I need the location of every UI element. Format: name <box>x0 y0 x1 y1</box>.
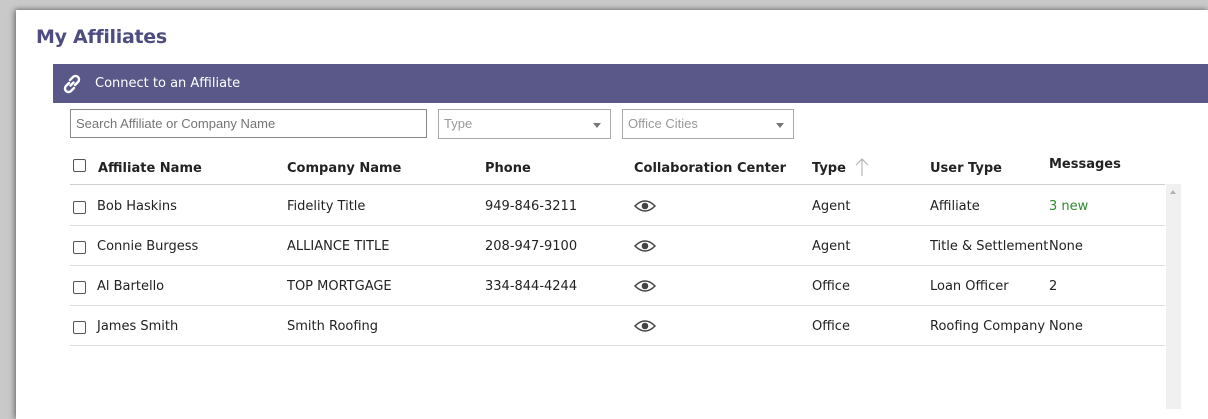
page-title: My Affiliates <box>36 26 167 48</box>
connect-affiliate-banner[interactable]: Connect to an Affiliate <box>53 64 1208 103</box>
type-select[interactable]: Type <box>438 109 611 139</box>
eye-icon[interactable] <box>634 319 656 333</box>
column-header-affiliate-name[interactable]: Affiliate Name <box>98 161 202 176</box>
row-divider <box>70 265 1165 266</box>
messages-count: None <box>1049 319 1083 334</box>
table-scrollbar[interactable] <box>1166 184 1181 409</box>
company-name: ALLIANCE TITLE <box>287 239 390 254</box>
user-type: Title & Settlement <box>930 239 1049 254</box>
affiliate-name: Al Bartello <box>97 279 165 294</box>
row-divider <box>70 345 1165 346</box>
affiliate-name: Bob Haskins <box>97 199 177 214</box>
company-name: TOP MORTGAGE <box>287 279 392 294</box>
office-cities-select[interactable]: Office Cities <box>622 109 794 139</box>
eye-icon[interactable] <box>634 199 656 213</box>
company-name: Smith Roofing <box>287 319 379 334</box>
messages-count[interactable]: 2 <box>1049 279 1057 294</box>
connect-affiliate-label[interactable]: Connect to an Affiliate <box>95 76 240 91</box>
row-checkbox[interactable] <box>73 321 86 334</box>
type: Office <box>812 319 850 334</box>
scroll-up-icon[interactable] <box>1170 190 1176 194</box>
header-divider <box>70 184 1165 185</box>
messages-count: None <box>1049 239 1083 254</box>
column-header-user-type[interactable]: User Type <box>930 161 1002 176</box>
row-divider <box>70 305 1165 306</box>
user-type: Affiliate <box>930 199 980 214</box>
user-type: Roofing Company <box>930 319 1046 334</box>
company-name: Fidelity Title <box>287 199 366 214</box>
office-cities-placeholder: Office Cities <box>628 116 698 131</box>
select-all-checkbox[interactable] <box>73 159 86 172</box>
chevron-down-icon <box>593 123 601 128</box>
messages-count[interactable]: 3 new <box>1049 199 1088 214</box>
row-checkbox[interactable] <box>73 241 86 254</box>
search-input[interactable] <box>70 109 427 138</box>
eye-icon[interactable] <box>634 239 656 253</box>
row-divider <box>70 225 1165 226</box>
type-select-placeholder: Type <box>444 116 473 131</box>
link-icon <box>63 74 81 94</box>
column-header-phone[interactable]: Phone <box>485 161 531 176</box>
type: Office <box>812 279 850 294</box>
type: Agent <box>812 239 851 254</box>
phone: 334-844-4244 <box>485 279 578 294</box>
affiliate-name: James Smith <box>97 319 179 334</box>
row-checkbox[interactable] <box>73 201 86 214</box>
phone: 949-846-3211 <box>485 199 578 214</box>
sort-ascending-icon[interactable] <box>855 157 869 177</box>
type: Agent <box>812 199 851 214</box>
user-type: Loan Officer <box>930 279 1009 294</box>
column-header-collaboration-center[interactable]: Collaboration Center <box>634 161 786 176</box>
column-header-type[interactable]: Type <box>812 161 846 176</box>
column-header-company-name[interactable]: Company Name <box>287 161 401 176</box>
phone: 208-947-9100 <box>485 239 578 254</box>
chevron-down-icon <box>776 123 784 128</box>
affiliate-name: Connie Burgess <box>97 239 199 254</box>
column-header-messages[interactable]: Messages <box>1049 157 1121 172</box>
eye-icon[interactable] <box>634 279 656 293</box>
row-checkbox[interactable] <box>73 281 86 294</box>
